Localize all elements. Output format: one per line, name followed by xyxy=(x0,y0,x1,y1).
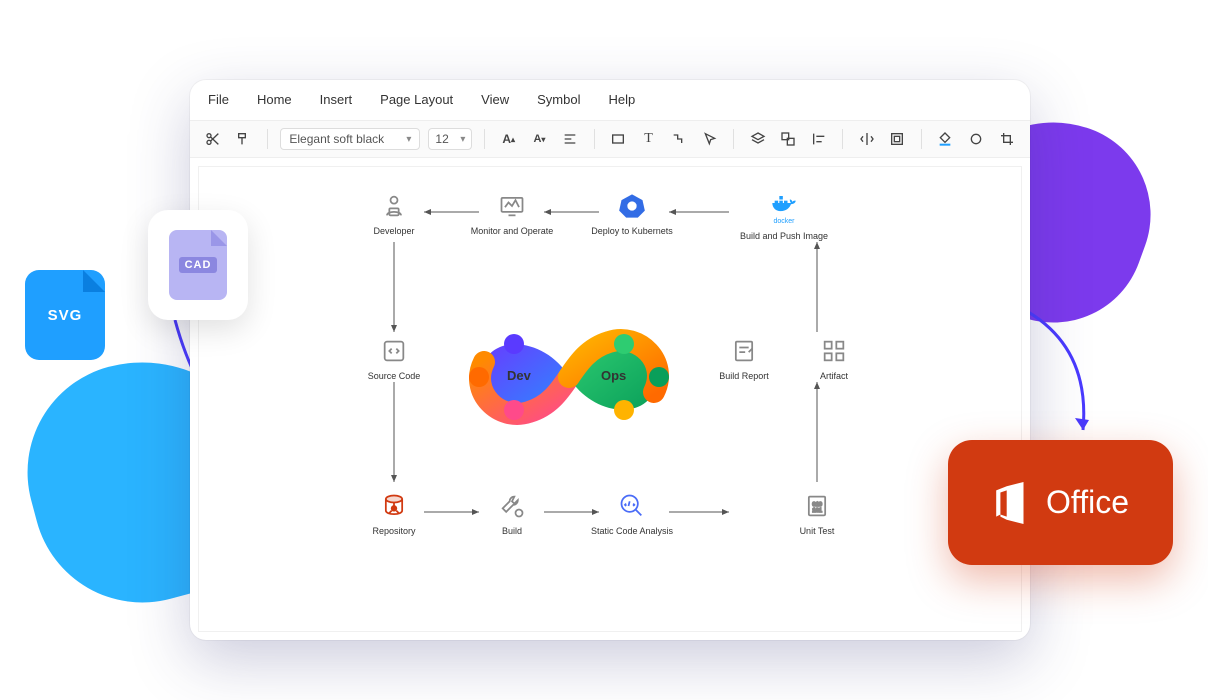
menu-symbol[interactable]: Symbol xyxy=(537,92,580,107)
cad-badge-label: CAD xyxy=(179,257,218,273)
svg-text:101: 101 xyxy=(812,508,822,514)
docker-icon xyxy=(770,189,798,217)
menu-file[interactable]: File xyxy=(208,92,229,107)
node-unit-test[interactable]: 010101 Unit Test xyxy=(762,492,872,536)
ops-label: Ops xyxy=(601,368,626,383)
diagram-canvas[interactable]: Dev Ops Developer Monitor and Operate De… xyxy=(198,166,1022,632)
increase-font-icon[interactable]: A▴ xyxy=(497,127,520,151)
dev-label: Dev xyxy=(507,368,531,383)
svg-file-badge: SVG xyxy=(25,270,105,360)
pointer-icon[interactable] xyxy=(699,127,722,151)
connector-icon[interactable] xyxy=(668,127,691,151)
node-artifact[interactable]: Artifact xyxy=(779,337,889,381)
node-repository[interactable]: Repository xyxy=(339,492,449,536)
node-build-push[interactable]: docker Build and Push Image xyxy=(729,189,839,241)
cut-icon[interactable] xyxy=(202,127,225,151)
align-icon[interactable] xyxy=(559,127,582,151)
node-deploy[interactable]: Deploy to Kubernets xyxy=(577,192,687,236)
svg-badge-label: SVG xyxy=(48,307,83,324)
group-icon[interactable] xyxy=(777,127,800,151)
kubernetes-icon xyxy=(618,192,646,220)
analysis-icon xyxy=(618,492,646,520)
font-size-select[interactable]: 12▾ xyxy=(428,128,472,150)
node-sca[interactable]: Static Code Analysis xyxy=(577,492,687,536)
format-painter-icon[interactable] xyxy=(233,127,256,151)
frame-icon[interactable] xyxy=(886,127,909,151)
menubar: File Home Insert Page Layout View Symbol… xyxy=(190,80,1030,120)
cad-file-badge: CAD xyxy=(148,210,248,320)
unit-test-icon: 010101 xyxy=(803,492,831,520)
fill-color-icon[interactable] xyxy=(934,127,957,151)
chevron-down-icon: ▾ xyxy=(460,134,465,145)
developer-icon xyxy=(380,192,408,220)
align-objects-icon[interactable] xyxy=(808,127,831,151)
menu-insert[interactable]: Insert xyxy=(320,92,353,107)
repository-icon xyxy=(380,492,408,520)
office-label: Office xyxy=(1046,484,1129,521)
artifact-icon xyxy=(820,337,848,365)
rectangle-icon[interactable] xyxy=(606,127,629,151)
devops-infinity-icon: Dev Ops xyxy=(459,322,679,432)
node-source-code[interactable]: Source Code xyxy=(339,337,449,381)
menu-page-layout[interactable]: Page Layout xyxy=(380,92,453,107)
build-icon xyxy=(498,492,526,520)
menu-home[interactable]: Home xyxy=(257,92,292,107)
decrease-font-icon[interactable]: A▾ xyxy=(528,127,551,151)
monitor-icon xyxy=(498,192,526,220)
chevron-down-icon: ▾ xyxy=(406,134,411,145)
source-code-icon xyxy=(380,337,408,365)
layers-icon[interactable] xyxy=(746,127,769,151)
node-developer[interactable]: Developer xyxy=(339,192,449,236)
node-monitor[interactable]: Monitor and Operate xyxy=(457,192,567,236)
toolbar: Elegant soft black▾ 12▾ A▴ A▾ T xyxy=(190,120,1030,158)
text-icon[interactable]: T xyxy=(637,127,660,151)
node-build[interactable]: Build xyxy=(457,492,567,536)
menu-help[interactable]: Help xyxy=(608,92,635,107)
app-window: File Home Insert Page Layout View Symbol… xyxy=(190,80,1030,640)
font-select[interactable]: Elegant soft black▾ xyxy=(280,128,420,150)
crop-icon[interactable] xyxy=(995,127,1018,151)
office-badge: Office xyxy=(948,440,1173,565)
menu-view[interactable]: View xyxy=(481,92,509,107)
shape-circle-icon[interactable] xyxy=(965,127,988,151)
office-icon xyxy=(992,482,1034,524)
report-icon xyxy=(730,337,758,365)
flip-icon[interactable] xyxy=(855,127,878,151)
